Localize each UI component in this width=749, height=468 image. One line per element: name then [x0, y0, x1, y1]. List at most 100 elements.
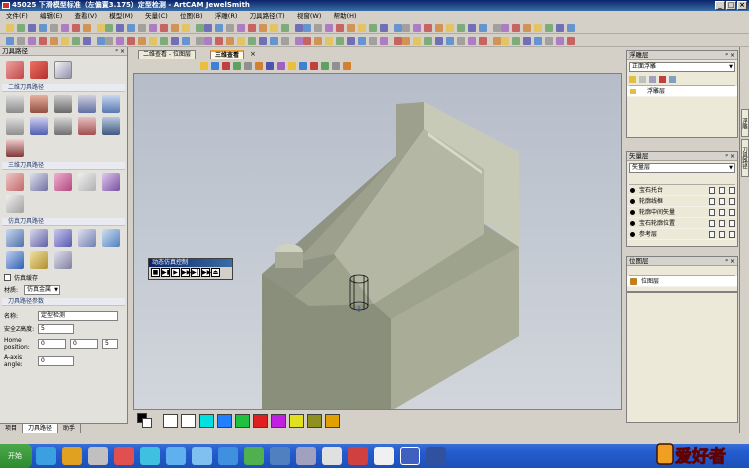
menu-toolpath[interactable]: 刀具路径(T) — [245, 11, 290, 21]
simulate-block-icon[interactable] — [54, 229, 72, 247]
pin-icon[interactable]: ᵖ × — [725, 257, 735, 266]
profile-icon[interactable] — [6, 95, 24, 113]
toolbar-button-icon[interactable] — [17, 24, 25, 32]
toolbar-button-icon[interactable] — [402, 24, 410, 32]
view-button-icon[interactable] — [211, 62, 219, 70]
toolbar-button-icon[interactable] — [347, 24, 355, 32]
vector-layer-row[interactable]: 宝石托台 — [627, 185, 737, 196]
taskbar-app-icon[interactable] — [192, 447, 212, 465]
view-button-icon[interactable] — [222, 62, 230, 70]
view-button-icon[interactable] — [277, 62, 285, 70]
bulb-icon[interactable] — [729, 231, 735, 238]
toolbar-button-icon[interactable] — [556, 37, 564, 45]
toolbar-button-icon[interactable] — [39, 24, 47, 32]
toolbar-button-icon[interactable] — [138, 37, 146, 45]
toolbar-button-icon[interactable] — [83, 24, 91, 32]
toolbar-button-icon[interactable] — [138, 24, 146, 32]
toolbar-button-icon[interactable] — [160, 24, 168, 32]
toolbar-button-icon[interactable] — [171, 37, 179, 45]
toolbar-button-icon[interactable] — [215, 37, 223, 45]
toolbar-button-icon[interactable] — [369, 24, 377, 32]
toolbar-button-icon[interactable] — [556, 24, 564, 32]
edit-icon[interactable] — [719, 220, 725, 227]
toolbar-button-icon[interactable] — [512, 24, 520, 32]
toolbar-button-icon[interactable] — [479, 24, 487, 32]
toolbar-button-icon[interactable] — [116, 24, 124, 32]
delete-layer-icon[interactable] — [659, 76, 666, 83]
toolbar-button-icon[interactable] — [204, 37, 212, 45]
menu-file[interactable]: 文件(F) — [0, 11, 33, 21]
toolbar-button-icon[interactable] — [380, 24, 388, 32]
toolbar-button-icon[interactable] — [127, 37, 135, 45]
toolbar-button-icon[interactable] — [534, 37, 542, 45]
toolbar-button-icon[interactable] — [523, 37, 531, 45]
simulate-all-icon[interactable] — [30, 229, 48, 247]
toolbar-button-icon[interactable] — [314, 37, 322, 45]
toolbar-button-icon[interactable] — [534, 24, 542, 32]
menu-window[interactable]: 视窗(W) — [292, 11, 327, 21]
toolbar-button-icon[interactable] — [567, 24, 575, 32]
section-sim-header[interactable]: 仿真刀具路径 — [2, 218, 125, 226]
next-button[interactable]: ▶| — [191, 268, 200, 277]
feature-icon[interactable] — [78, 117, 96, 135]
bulb-icon[interactable] — [729, 187, 735, 194]
toolpath-database-icon[interactable] — [54, 61, 72, 79]
toolbar-button-icon[interactable] — [369, 37, 377, 45]
menu-edit[interactable]: 编辑(E) — [35, 11, 67, 21]
tab-project[interactable]: 项目 — [0, 424, 24, 433]
home-y-input[interactable]: 0 — [70, 339, 98, 349]
toolbar-button-icon[interactable] — [259, 37, 267, 45]
taskbar-app-icon[interactable] — [244, 447, 264, 465]
toolbar-button-icon[interactable] — [468, 37, 476, 45]
toolbar-button-icon[interactable] — [567, 37, 575, 45]
vector-layer-row[interactable]: 轮廓线框 — [627, 196, 737, 207]
pin-icon[interactable]: ᵖ × — [725, 51, 735, 60]
toolbar-button-icon[interactable] — [501, 37, 509, 45]
maximize-button[interactable]: □ — [726, 1, 736, 10]
palette-swatch[interactable] — [307, 414, 322, 428]
toolbar-button-icon[interactable] — [394, 24, 402, 32]
step-button[interactable]: ▶▮ — [161, 268, 170, 277]
bulb-icon[interactable] — [729, 209, 735, 216]
view-button-icon[interactable] — [299, 62, 307, 70]
toolbar-button-icon[interactable] — [295, 24, 303, 32]
simulation-control-window[interactable]: 动态仿真控制 ■ ▶▮ ▶ ▶▶ ▶| ▶▶| ⏏ — [148, 258, 233, 280]
taskbar-app-icon[interactable] — [348, 447, 368, 465]
rest-machining-icon[interactable] — [6, 195, 24, 213]
toolbar-button-icon[interactable] — [105, 24, 113, 32]
toolbar-button-icon[interactable] — [413, 24, 421, 32]
toolbar-button-icon[interactable] — [281, 37, 289, 45]
probe-icon[interactable] — [78, 173, 96, 191]
layer-icon[interactable] — [649, 76, 656, 83]
taskbar-app-icon[interactable] — [140, 447, 160, 465]
view-button-icon[interactable] — [310, 62, 318, 70]
tab-toolpath[interactable]: 刀具路径 — [23, 424, 59, 433]
start-button[interactable]: 开始 — [0, 444, 32, 468]
tab-3d-view[interactable]: 三维查看 — [210, 50, 245, 59]
lock-icon[interactable] — [709, 231, 715, 238]
toolbar-button-icon[interactable] — [105, 37, 113, 45]
toolbar-button-icon[interactable] — [116, 37, 124, 45]
menu-bitmap[interactable]: 位图(B) — [175, 11, 208, 21]
menu-help[interactable]: 帮助(H) — [329, 11, 362, 21]
view-button-icon[interactable] — [332, 62, 340, 70]
toolbar-button-icon[interactable] — [493, 24, 501, 32]
visibility-dot-icon[interactable] — [630, 199, 635, 204]
text-toolpath-icon[interactable] — [6, 139, 24, 157]
vector-layer-row[interactable]: 轮廓中间矢量 — [627, 207, 737, 218]
close-button[interactable]: × — [737, 1, 747, 10]
toolbar-button-icon[interactable] — [457, 37, 465, 45]
cache-checkbox[interactable] — [4, 274, 11, 281]
toolbar-button-icon[interactable] — [446, 24, 454, 32]
toolbar-button-icon[interactable] — [149, 24, 157, 32]
lock-icon[interactable] — [709, 220, 715, 227]
fluting-icon[interactable] — [6, 117, 24, 135]
toolbar-button-icon[interactable] — [358, 37, 366, 45]
toolbar-button-icon[interactable] — [248, 37, 256, 45]
palette-swatch[interactable] — [253, 414, 268, 428]
toolbar-button-icon[interactable] — [501, 24, 509, 32]
toolbar-button-icon[interactable] — [479, 37, 487, 45]
lock-icon[interactable] — [709, 198, 715, 205]
toolbar-button-icon[interactable] — [196, 24, 204, 32]
view-button-icon[interactable] — [255, 62, 263, 70]
